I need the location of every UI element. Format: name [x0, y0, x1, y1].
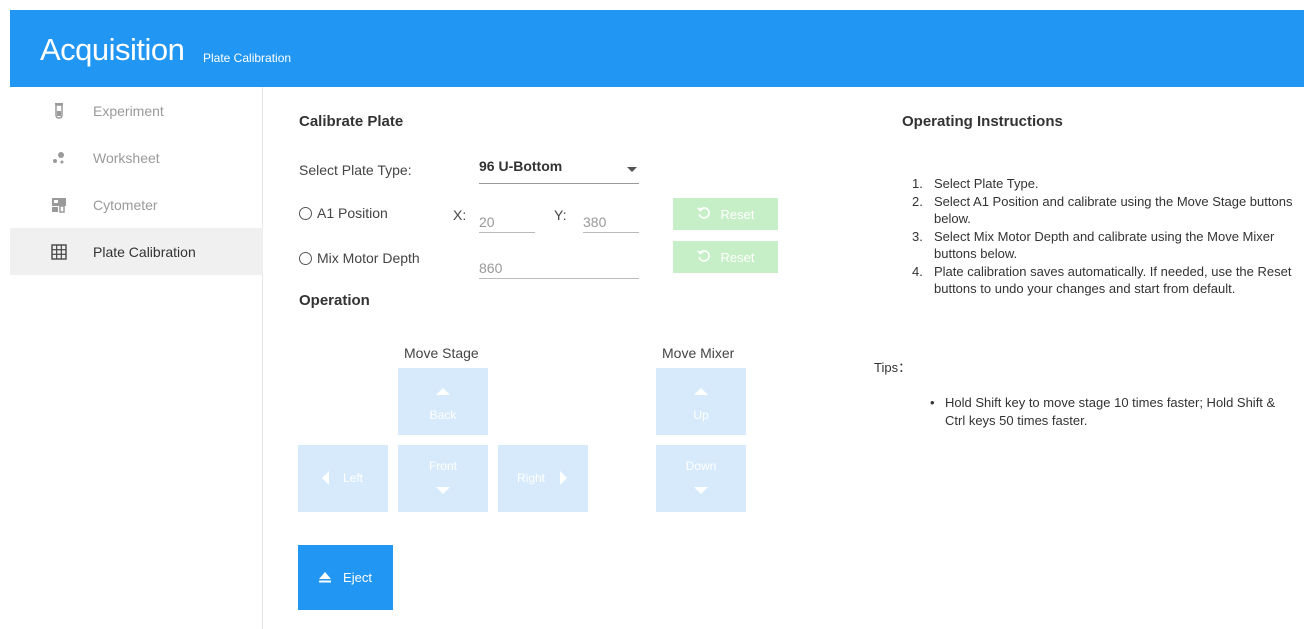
page-title: Acquisition — [40, 32, 185, 67]
sidebar-item-label: Worksheet — [93, 149, 160, 166]
front-label: Front — [428, 459, 457, 473]
plate-type-value: 96 U-Bottom — [479, 158, 563, 174]
operation-title: Operation — [299, 292, 370, 309]
reset-label: Reset — [720, 206, 755, 222]
mix-motor-depth-label: Mix Motor Depth — [317, 250, 420, 266]
y-label: Y: — [554, 207, 567, 223]
sidebar-item-label: Cytometer — [93, 196, 158, 213]
eject-button[interactable]: Eject — [298, 545, 393, 610]
mix-depth-input[interactable]: 860 — [479, 249, 639, 279]
sidebar: Experiment Worksheet Cytometer Plate Cal… — [10, 87, 263, 629]
plate-type-select[interactable]: 96 U-Bottom — [479, 150, 639, 184]
x-label: X: — [453, 207, 467, 223]
instruction-step: 2. Select A1 Position and calibrate using… — [912, 194, 1293, 226]
tips-label: Tips： — [874, 360, 912, 375]
page-subtitle: Plate Calibration — [203, 51, 292, 65]
move-mixer-label: Move Mixer — [662, 345, 735, 361]
left-label: Left — [342, 471, 363, 485]
app-header: Acquisition Plate Calibration — [10, 10, 1304, 87]
move-left-button[interactable]: Left — [298, 445, 388, 512]
move-down-button[interactable]: Down — [656, 445, 746, 512]
mix-reset-button[interactable]: Reset — [673, 241, 778, 273]
sidebar-item-experiment[interactable]: Experiment — [10, 87, 263, 134]
tip-item: • Hold Shift key to move stage 10 times … — [930, 395, 1276, 428]
instructions-title: Operating Instructions — [902, 113, 1063, 130]
plate-type-label: Select Plate Type: — [299, 162, 412, 178]
move-front-button[interactable]: Front — [398, 445, 488, 512]
reset-icon — [696, 206, 711, 223]
instruction-step: 4. Plate calibration saves automatically.… — [912, 264, 1292, 296]
cytometer-icon — [50, 196, 68, 214]
back-label: Back — [429, 408, 457, 422]
sidebar-item-plate-calibration[interactable]: Plate Calibration — [10, 228, 263, 275]
sidebar-item-worksheet[interactable]: Worksheet — [10, 134, 263, 181]
arrow-right-icon — [560, 471, 567, 485]
move-back-button[interactable]: Back — [398, 368, 488, 435]
reset-icon — [696, 249, 711, 266]
arrow-up-icon — [694, 388, 708, 395]
sidebar-item-label: Experiment — [93, 102, 164, 119]
instruction-step: 3. Select Mix Motor Depth and calibrate u… — [912, 229, 1275, 261]
up-label: Up — [693, 408, 709, 422]
test-tube-icon — [50, 102, 68, 120]
arrow-down-icon — [694, 487, 708, 494]
move-up-button[interactable]: Up — [656, 368, 746, 435]
calibrate-plate-title: Calibrate Plate — [299, 113, 404, 130]
chevron-down-icon — [627, 167, 637, 172]
move-right-button[interactable]: Right — [498, 445, 588, 512]
instruction-step: 1. Select Plate Type. — [912, 176, 1039, 191]
grid-icon — [50, 243, 68, 261]
down-label: Down — [685, 459, 717, 473]
a1-reset-button[interactable]: Reset — [673, 198, 778, 230]
sidebar-item-label: Plate Calibration — [93, 243, 196, 260]
mix-motor-depth-radio[interactable]: Mix Motor Depth — [299, 250, 420, 266]
x-input[interactable]: 20 — [479, 203, 535, 233]
dots-icon — [50, 149, 68, 167]
arrow-down-icon — [436, 487, 450, 494]
radio-circle-icon — [299, 251, 312, 265]
sidebar-item-cytometer[interactable]: Cytometer — [10, 181, 263, 228]
y-input[interactable]: 380 — [583, 203, 639, 233]
eject-icon — [319, 572, 332, 583]
eject-label: Eject — [343, 570, 372, 585]
reset-label: Reset — [720, 249, 755, 265]
arrow-up-icon — [436, 388, 450, 395]
bullet-icon: • — [930, 395, 935, 410]
instructions-list: 1. Select Plate Type. 2. Select A1 Positio… — [912, 175, 1297, 298]
move-stage-label: Move Stage — [404, 345, 479, 361]
radio-circle-icon — [299, 206, 312, 220]
a1-position-radio[interactable]: A1 Position — [299, 205, 388, 221]
a1-position-label: A1 Position — [317, 205, 388, 221]
